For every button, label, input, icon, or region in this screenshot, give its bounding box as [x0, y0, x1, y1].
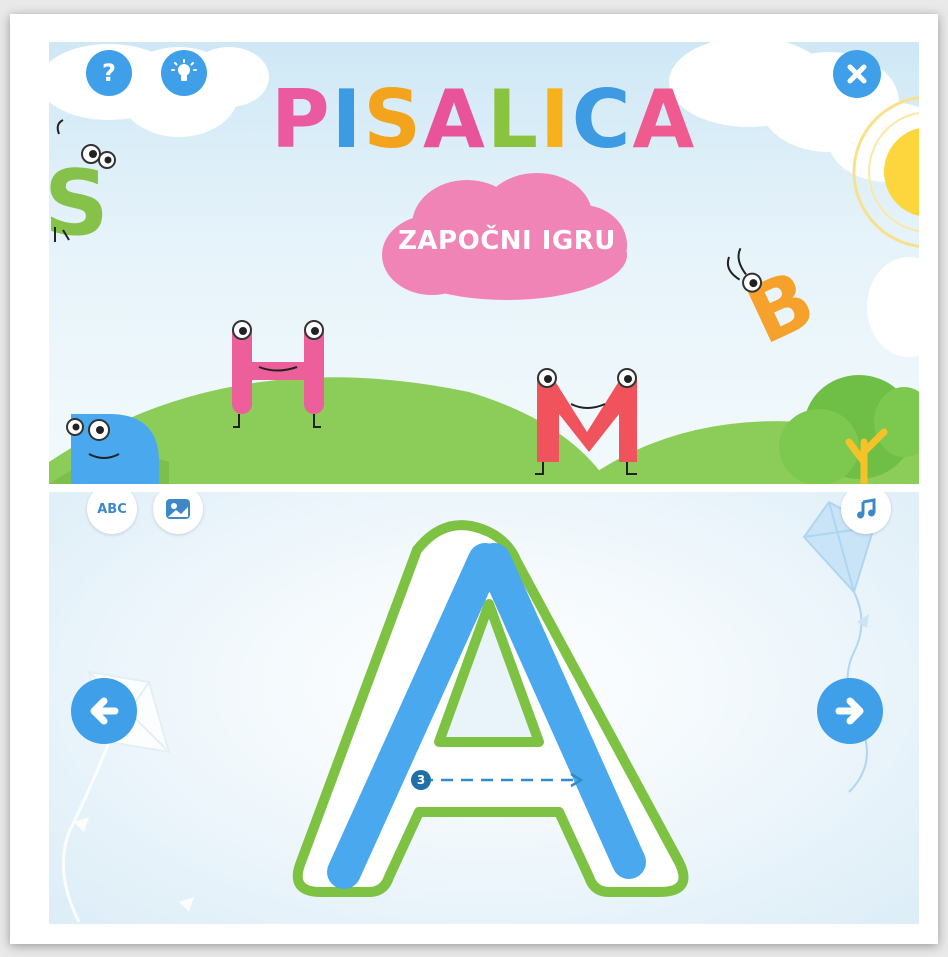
question-mark-icon: ? [102, 59, 116, 87]
title-letter: I [331, 73, 362, 166]
previous-letter-button[interactable] [71, 678, 137, 744]
picture-icon [166, 499, 190, 519]
close-icon [847, 64, 867, 84]
hint-button[interactable] [161, 50, 207, 96]
title-letter: C [571, 73, 631, 166]
game-title: P I S A L I C A [271, 80, 694, 160]
music-note-icon [857, 498, 876, 519]
tracing-screen: 3 ABC [49, 492, 919, 924]
character-b: B [726, 247, 828, 362]
svg-text:B: B [733, 252, 828, 362]
title-letter: A [632, 73, 695, 166]
arrow-right-icon [835, 697, 864, 725]
panel-divider [49, 484, 919, 492]
help-button[interactable]: ? [86, 50, 132, 96]
title-letter: I [539, 73, 570, 166]
title-letter: S [363, 73, 422, 166]
start-game-button[interactable]: ZAPOČNI IGRU [367, 170, 647, 312]
kite-right [802, 500, 876, 793]
title-letter: P [271, 73, 330, 166]
svg-text:S: S [49, 151, 109, 256]
next-letter-button[interactable] [817, 678, 883, 744]
tracing-canvas [61, 500, 876, 923]
character-s: S [49, 119, 116, 256]
close-button[interactable] [833, 50, 881, 98]
stroke-number-badge: 3 [411, 770, 431, 790]
title-letter: A [423, 73, 485, 166]
start-game-label: ZAPOČNI IGRU [398, 226, 616, 256]
lightbulb-icon [171, 59, 197, 81]
title-letter: L [486, 73, 538, 166]
arrow-left-icon [90, 697, 119, 725]
abc-label: ABC [97, 501, 127, 517]
title-screen: S B ? P I S A L I C A ZAPOČNI IGRU [49, 42, 919, 484]
